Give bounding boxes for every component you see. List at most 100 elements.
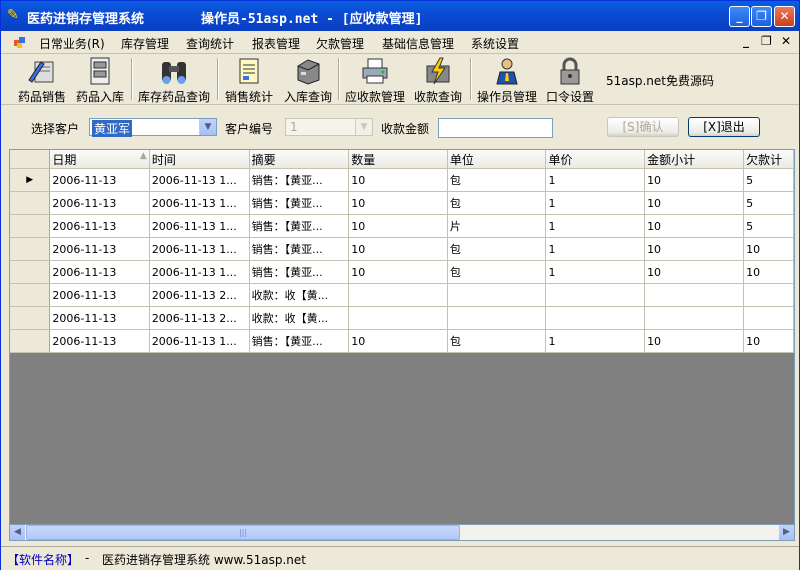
table-row[interactable]: 2006-11-13 2006-11-13 1... 销售：【黄亚... 10 包 1 10… bbox=[10, 329, 794, 353]
cell-debt[interactable] bbox=[743, 283, 794, 307]
data-grid[interactable]: 日期 ▲ 时间 摘要 数量 单位 单价 金额小计 欠款计 ▶ 2006-11-13 2… bbox=[9, 149, 795, 540]
menu-report[interactable]: 报表管理 bbox=[252, 35, 300, 52]
scroll-right-arrow-icon[interactable]: ▶ bbox=[779, 525, 794, 540]
toolbar-stock-query[interactable]: 库存药品查询 bbox=[137, 56, 211, 105]
toolbar-operator-mgmt[interactable]: 操作员管理 bbox=[475, 56, 539, 105]
cell-quantity[interactable] bbox=[348, 306, 448, 330]
cell-unit[interactable] bbox=[447, 306, 547, 330]
cell-summary[interactable]: 销售：【黄亚... bbox=[249, 260, 350, 284]
table-row[interactable]: 2006-11-13 2006-11-13 1... 销售：【黄亚... 10 片 1 10… bbox=[10, 214, 794, 238]
row-header[interactable] bbox=[10, 214, 51, 238]
cell-subtotal[interactable]: 10 bbox=[644, 191, 745, 215]
table-row[interactable]: 2006-11-13 2006-11-13 1... 销售：【黄亚... 10 包 1 10… bbox=[10, 237, 794, 261]
cell-time[interactable]: 2006-11-13 1... bbox=[149, 168, 250, 192]
chevron-down-icon[interactable]: ▼ bbox=[199, 119, 216, 135]
cell-debt[interactable]: 5 bbox=[743, 214, 794, 238]
cell-unit[interactable]: 包 bbox=[447, 237, 547, 261]
cell-date[interactable]: 2006-11-13 bbox=[49, 168, 150, 192]
mdi-child-icon[interactable] bbox=[13, 35, 27, 49]
cell-summary[interactable]: 销售：【黄亚... bbox=[249, 329, 350, 353]
cell-subtotal[interactable]: 10 bbox=[644, 237, 745, 261]
cell-summary[interactable]: 销售：【黄亚... bbox=[249, 214, 350, 238]
close-button[interactable]: ✕ bbox=[774, 6, 795, 27]
cell-price[interactable] bbox=[545, 283, 646, 307]
table-row[interactable]: 2006-11-13 2006-11-13 2... 收款：收【黄... bbox=[10, 306, 794, 330]
cell-debt[interactable]: 10 bbox=[743, 237, 794, 261]
menu-debt[interactable]: 欠款管理 bbox=[316, 35, 364, 52]
cell-subtotal[interactable]: 10 bbox=[644, 168, 745, 192]
cell-price[interactable] bbox=[545, 306, 646, 330]
mdi-close-button[interactable]: ✕ bbox=[781, 34, 791, 48]
toolbar-stockin-query[interactable]: 入库查询 bbox=[281, 56, 335, 105]
cell-debt[interactable]: 5 bbox=[743, 168, 794, 192]
col-header-unit[interactable]: 单位 bbox=[447, 150, 547, 169]
cell-debt[interactable]: 10 bbox=[743, 329, 794, 353]
cell-unit[interactable]: 包 bbox=[447, 260, 547, 284]
cell-unit[interactable]: 包 bbox=[447, 191, 547, 215]
cell-date[interactable]: 2006-11-13 bbox=[49, 283, 150, 307]
title-bar[interactable]: ✎ 医药进销存管理系统 操作员-51asp.net - [应收款管理] _ ❐ … bbox=[1, 1, 799, 31]
toolbar-receivable-mgmt[interactable]: 应收款管理 bbox=[343, 56, 407, 105]
cell-unit[interactable]: 包 bbox=[447, 329, 547, 353]
menu-daily[interactable]: 日常业务(R) bbox=[39, 35, 105, 52]
menu-basic-info[interactable]: 基础信息管理 bbox=[382, 35, 454, 52]
row-header[interactable] bbox=[10, 306, 51, 330]
col-header-time[interactable]: 时间 bbox=[149, 150, 250, 169]
cell-time[interactable]: 2006-11-13 1... bbox=[149, 214, 250, 238]
cell-debt[interactable] bbox=[743, 306, 794, 330]
table-row[interactable]: 2006-11-13 2006-11-13 1... 销售：【黄亚... 10 包 1 10… bbox=[10, 260, 794, 284]
cell-time[interactable]: 2006-11-13 1... bbox=[149, 191, 250, 215]
scroll-thumb[interactable]: ||| bbox=[26, 525, 460, 540]
cell-time[interactable]: 2006-11-13 1... bbox=[149, 237, 250, 261]
cell-date[interactable]: 2006-11-13 bbox=[49, 306, 150, 330]
cell-subtotal[interactable] bbox=[644, 306, 745, 330]
cell-quantity[interactable]: 10 bbox=[348, 260, 448, 284]
cell-quantity[interactable]: 10 bbox=[348, 237, 448, 261]
menu-query[interactable]: 查询统计 bbox=[186, 35, 234, 52]
menu-stock[interactable]: 库存管理 bbox=[121, 35, 169, 52]
col-header-price[interactable]: 单价 bbox=[545, 150, 646, 169]
row-header[interactable]: ▶ bbox=[10, 168, 51, 192]
cell-price[interactable]: 1 bbox=[545, 168, 646, 192]
col-header-date[interactable]: 日期 ▲ bbox=[49, 150, 150, 169]
toolbar-medicine-sale[interactable]: 药品销售 bbox=[15, 56, 69, 105]
menu-settings[interactable]: 系统设置 bbox=[471, 35, 519, 52]
cell-date[interactable]: 2006-11-13 bbox=[49, 214, 150, 238]
cell-price[interactable]: 1 bbox=[545, 260, 646, 284]
row-header[interactable] bbox=[10, 191, 51, 215]
toolbar-sales-stats[interactable]: 销售统计 bbox=[223, 56, 275, 105]
cell-quantity[interactable]: 10 bbox=[348, 214, 448, 238]
toolbar-medicine-stockin[interactable]: 药品入库 bbox=[73, 56, 127, 105]
cell-summary[interactable]: 收款：收【黄... bbox=[249, 283, 350, 307]
cell-price[interactable]: 1 bbox=[545, 214, 646, 238]
amount-input[interactable] bbox=[438, 118, 553, 138]
minimize-button[interactable]: _ bbox=[729, 6, 750, 27]
cell-time[interactable]: 2006-11-13 1... bbox=[149, 260, 250, 284]
col-header-subtotal[interactable]: 金额小计 bbox=[644, 150, 745, 169]
cell-date[interactable]: 2006-11-13 bbox=[49, 237, 150, 261]
cell-time[interactable]: 2006-11-13 2... bbox=[149, 306, 250, 330]
cell-price[interactable]: 1 bbox=[545, 191, 646, 215]
cell-price[interactable]: 1 bbox=[545, 329, 646, 353]
customer-select[interactable]: 黄亚军 ▼ bbox=[89, 118, 217, 137]
table-row[interactable]: ▶ 2006-11-13 2006-11-13 1... 销售：【黄亚... 10 包 1 1… bbox=[10, 168, 794, 192]
horizontal-scrollbar[interactable]: ◀ ||| ▶ bbox=[9, 524, 795, 541]
maximize-button[interactable]: ❐ bbox=[751, 6, 772, 27]
cell-price[interactable]: 1 bbox=[545, 237, 646, 261]
col-header-debt[interactable]: 欠款计 bbox=[743, 150, 794, 169]
col-header-summary[interactable]: 摘要 bbox=[249, 150, 350, 169]
toolbar-password-settings[interactable]: 口令设置 bbox=[544, 56, 596, 105]
cell-debt[interactable]: 5 bbox=[743, 191, 794, 215]
row-header[interactable] bbox=[10, 329, 51, 353]
col-header-quantity[interactable]: 数量 bbox=[348, 150, 448, 169]
cell-subtotal[interactable]: 10 bbox=[644, 329, 745, 353]
cell-quantity[interactable] bbox=[348, 283, 448, 307]
exit-button[interactable]: [X]退出 bbox=[688, 117, 760, 137]
row-header[interactable] bbox=[10, 260, 51, 284]
cell-time[interactable]: 2006-11-13 1... bbox=[149, 329, 250, 353]
cell-summary[interactable]: 销售：【黄亚... bbox=[249, 191, 350, 215]
cell-quantity[interactable]: 10 bbox=[348, 168, 448, 192]
scroll-left-arrow-icon[interactable]: ◀ bbox=[10, 525, 25, 540]
cell-unit[interactable]: 片 bbox=[447, 214, 547, 238]
table-row[interactable]: 2006-11-13 2006-11-13 2... 收款：收【黄... bbox=[10, 283, 794, 307]
